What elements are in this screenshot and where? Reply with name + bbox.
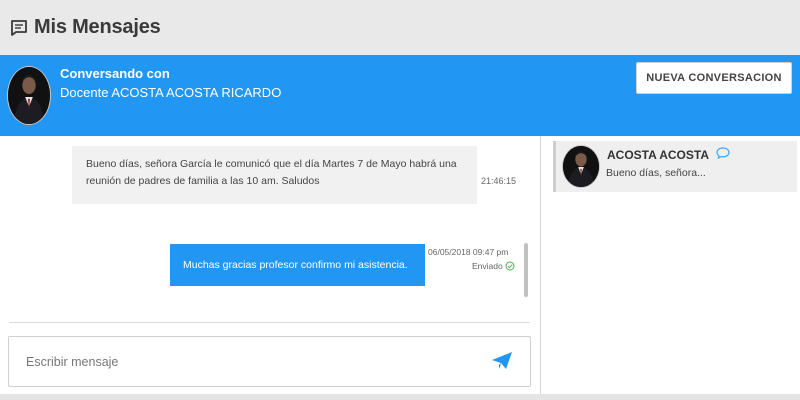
- contact-message-preview: Bueno días, señora...: [606, 167, 706, 179]
- outgoing-message: Muchas gracias profesor confirmo mi asis…: [170, 244, 425, 286]
- message-input[interactable]: [9, 337, 479, 386]
- incoming-message: Bueno días, señora García le comunicó qu…: [72, 146, 477, 204]
- conversation-partner: Docente ACOSTA ACOSTA RICARDO: [60, 85, 282, 100]
- contact-name: ACOSTA ACOSTA: [607, 148, 709, 162]
- new-conversation-button[interactable]: NUEVA CONVERSACION: [636, 62, 792, 94]
- page-title: Mis Mensajes: [34, 16, 161, 38]
- paper-plane-icon[interactable]: [491, 351, 513, 371]
- footer-strip: [0, 394, 800, 400]
- contact-avatar: [562, 145, 600, 188]
- teacher-avatar: [7, 66, 51, 125]
- chat-divider: [9, 322, 530, 323]
- page-header: Mis Mensajes: [0, 0, 800, 55]
- check-circle-icon: [505, 261, 515, 271]
- chat-bubble-icon: [716, 147, 730, 159]
- outgoing-message-text: Muchas gracias profesor confirmo mi asis…: [183, 259, 408, 271]
- chat-panel: Bueno días, señora García le comunicó qu…: [0, 136, 540, 394]
- contacts-panel: ACOSTA ACOSTA Bueno días, señora...: [540, 136, 800, 394]
- message-composer: [8, 336, 531, 387]
- conversation-title: Conversando con: [60, 66, 170, 81]
- conversation-header: Conversando con Docente ACOSTA ACOSTA RI…: [0, 55, 800, 136]
- message-icon: [9, 18, 29, 38]
- chat-scrollbar[interactable]: [524, 243, 528, 297]
- message-time: 21:46:15: [481, 176, 517, 186]
- message-status: Enviado: [472, 261, 515, 271]
- message-datetime: 06/05/2018 09:47 pm: [428, 247, 509, 257]
- message-status-label: Enviado: [472, 261, 503, 271]
- contact-item[interactable]: ACOSTA ACOSTA Bueno días, señora...: [553, 141, 797, 192]
